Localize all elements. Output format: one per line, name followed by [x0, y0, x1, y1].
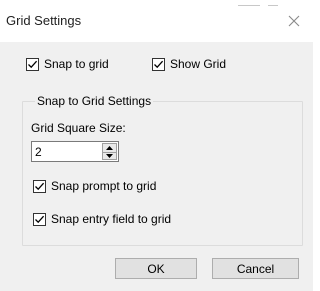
stepper-down-button[interactable] [103, 152, 116, 160]
checkbox-checked-icon [33, 212, 46, 226]
stepper-buttons [102, 143, 117, 160]
title-bar-mark [268, 5, 278, 6]
ok-button[interactable]: OK [115, 258, 197, 279]
snap-to-grid-label: Snap to grid [44, 57, 109, 71]
arrow-down-icon [106, 154, 113, 158]
snap-to-grid-checkbox[interactable]: Snap to grid [26, 57, 109, 71]
snap-prompt-checkbox[interactable]: Snap prompt to grid [33, 179, 156, 193]
show-grid-checkbox[interactable]: Show Grid [152, 57, 226, 71]
grid-square-size-stepper[interactable]: 2 [31, 141, 119, 162]
checkbox-checked-icon [152, 57, 165, 71]
window-title: Grid Settings [6, 13, 82, 28]
close-icon [288, 15, 300, 27]
dialog-body: Snap to grid Show Grid Snap to Grid Sett… [0, 42, 313, 291]
checkbox-checked-icon [26, 57, 39, 71]
close-button[interactable] [282, 9, 306, 33]
snap-prompt-label: Snap prompt to grid [51, 179, 157, 193]
grid-square-size-label: Grid Square Size: [31, 121, 126, 135]
grid-square-size-input[interactable]: 2 [35, 145, 42, 159]
arrow-up-icon [106, 146, 113, 150]
snap-entry-field-checkbox[interactable]: Snap entry field to grid [33, 212, 171, 226]
title-bar: Grid Settings [0, 0, 313, 42]
show-grid-label: Show Grid [170, 57, 227, 71]
cancel-button[interactable]: Cancel [212, 258, 299, 279]
title-bar-mark [238, 5, 260, 6]
group-title: Snap to Grid Settings [35, 94, 154, 108]
checkbox-checked-icon [33, 179, 46, 193]
snap-entry-field-label: Snap entry field to grid [51, 212, 172, 226]
